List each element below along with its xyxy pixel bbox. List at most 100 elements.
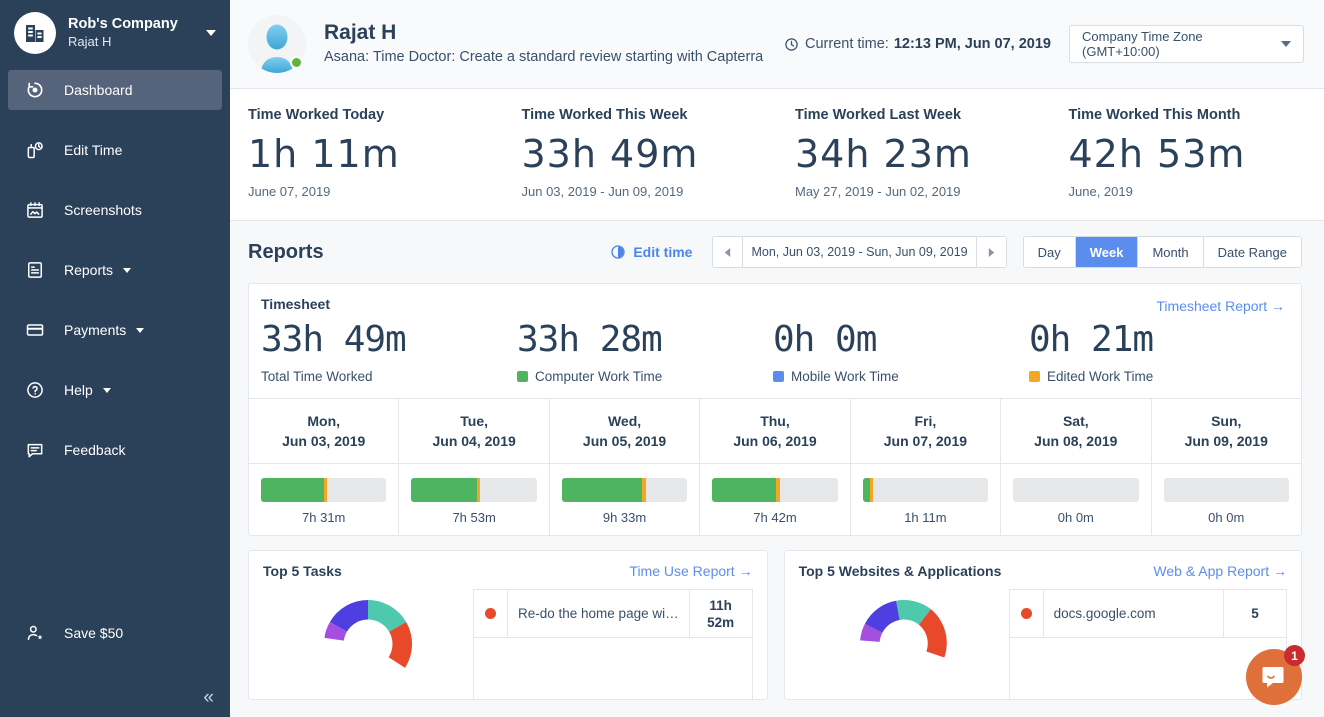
chevron-down-icon[interactable] [103, 388, 111, 393]
help-icon [22, 377, 48, 403]
dashboard-icon [22, 77, 48, 103]
metric-label-row: Edited Work Time [1029, 369, 1285, 384]
stat-card-this-month: Time Worked This Month 42h 53m June, 201… [1051, 105, 1324, 202]
sidebar-item-edit-time[interactable]: Edit Time [8, 130, 222, 170]
day-total: 0h 0m [1013, 510, 1138, 525]
web-app-report-link[interactable]: Web & App Report → [1153, 563, 1287, 579]
tab-month[interactable]: Month [1138, 237, 1203, 267]
day-of-week: Fri, [855, 411, 996, 431]
metric-label: Mobile Work Time [791, 369, 899, 384]
metric-computer-time: 33h 28m Computer Work Time [517, 318, 773, 384]
current-time-label: Current time: [805, 36, 889, 52]
sidebar-item-label: Dashboard [64, 82, 133, 98]
metric-label-row: Total Time Worked [261, 369, 517, 384]
edit-time-label: Edit time [633, 244, 692, 260]
timesheet-report-link[interactable]: Timesheet Report → [1156, 298, 1285, 314]
bar-segment-edited [776, 478, 780, 502]
top-sites-body: docs.google.com 5 [785, 589, 1301, 699]
tab-date-range[interactable]: Date Range [1204, 237, 1301, 267]
day-bar-cell[interactable]: 0h 0m [1001, 464, 1151, 535]
day-bar-cell[interactable]: 0h 0m [1152, 464, 1301, 535]
time-use-report-link[interactable]: Time Use Report → [629, 563, 752, 579]
day-of-week: Mon, [253, 411, 394, 431]
user-star-icon [22, 620, 48, 646]
time-bar [261, 478, 386, 502]
stat-value: 33h 49m [522, 131, 778, 177]
day-total: 9h 33m [562, 510, 687, 525]
chevron-down-icon[interactable] [123, 268, 131, 273]
sidebar-item-save-50[interactable]: Save $50 [8, 613, 222, 653]
current-time: Current time: 12:13 PM, Jun 07, 2019 [784, 36, 1051, 52]
bar-segment-edited [642, 478, 646, 502]
metric-value: 33h 49m [261, 318, 517, 362]
top-sites-donut-chart [799, 589, 1009, 699]
sidebar-item-label: Feedback [64, 442, 125, 458]
stat-subtitle: June, 2019 [1069, 182, 1324, 202]
view-mode-tabs: Day Week Month Date Range [1023, 236, 1302, 268]
bar-segment-computer [411, 478, 476, 502]
company-name: Rob's Company [68, 16, 200, 33]
bar-segment-computer [261, 478, 324, 502]
table-row[interactable]: Re-do the home page wi… 11h 52m [474, 590, 752, 638]
day-bar-cell[interactable]: 7h 42m [700, 464, 850, 535]
legend-swatch-mobile [773, 371, 784, 382]
tab-week[interactable]: Week [1076, 237, 1139, 267]
stat-title: Time Worked Today [248, 105, 504, 125]
day-bar-cell[interactable]: 9h 33m [550, 464, 700, 535]
top-tasks-card: Top 5 Tasks Time Use Report → [248, 550, 768, 700]
timesheet-day-headers: Mon, Jun 03, 2019 Tue, Jun 04, 2019 Wed,… [249, 398, 1301, 463]
stat-card-this-week: Time Worked This Week 33h 49m Jun 03, 20… [504, 105, 778, 202]
top-sites-card: Top 5 Websites & Applications Web & App … [784, 550, 1302, 700]
metric-label: Edited Work Time [1047, 369, 1153, 384]
prev-period-button[interactable] [713, 237, 743, 267]
chevron-down-icon[interactable] [206, 30, 216, 36]
date-range-label[interactable]: Mon, Jun 03, 2019 - Sun, Jun 09, 2019 [743, 237, 975, 267]
sidebar-item-help[interactable]: Help [8, 370, 222, 410]
metric-label: Total Time Worked [261, 369, 373, 384]
chevron-down-icon[interactable] [136, 328, 144, 333]
sidebar-collapse-button[interactable]: « [203, 688, 214, 707]
day-bar-cell[interactable]: 7h 53m [399, 464, 549, 535]
day-header: Mon, Jun 03, 2019 [249, 399, 399, 463]
top-sites-header: Top 5 Websites & Applications Web & App … [785, 551, 1301, 589]
bar-segment-computer [562, 478, 642, 502]
day-header: Tue, Jun 04, 2019 [399, 399, 549, 463]
table-row[interactable]: docs.google.com 5 [1010, 590, 1286, 638]
current-task-text: Asana: Time Doctor: Create a standard re… [324, 46, 763, 68]
sidebar-item-feedback[interactable]: Feedback [8, 430, 222, 470]
metric-label-row: Mobile Work Time [773, 369, 1029, 384]
legend-swatch-computer [517, 371, 528, 382]
next-period-button[interactable] [976, 237, 1006, 267]
timezone-select[interactable]: Company Time Zone (GMT+10:00) [1069, 25, 1304, 63]
edit-time-button[interactable]: Edit time [610, 244, 692, 260]
day-header: Fri, Jun 07, 2019 [851, 399, 1001, 463]
time-bar [1013, 478, 1138, 502]
tab-day[interactable]: Day [1024, 237, 1076, 267]
sidebar-item-dashboard[interactable]: Dashboard [8, 70, 222, 110]
task-time: 11h 52m [690, 597, 752, 631]
company-switcher[interactable]: Rob's Company Rajat H [0, 0, 230, 68]
sidebar-item-label: Edit Time [64, 142, 122, 158]
top-tasks-body: Re-do the home page wi… 11h 52m [249, 589, 767, 699]
feedback-icon [22, 437, 48, 463]
day-date: Jun 05, 2019 [554, 431, 695, 451]
day-total: 7h 31m [261, 510, 386, 525]
reports-controls: Edit time Mon, Jun 03, 2019 - Sun, Jun 0… [610, 236, 1302, 268]
top-sites-table: docs.google.com 5 [1009, 589, 1287, 699]
stat-subtitle: June 07, 2019 [248, 182, 504, 202]
day-bar-cell[interactable]: 7h 31m [249, 464, 399, 535]
reports-panels: Timesheet Timesheet Report → 33h 49m Tot… [230, 283, 1324, 717]
day-of-week: Sun, [1156, 411, 1297, 431]
intercom-launcher-button[interactable]: 1 [1246, 649, 1302, 705]
bar-segment-edited [477, 478, 481, 502]
chevron-left-icon [723, 247, 732, 258]
day-bar-cell[interactable]: 1h 11m [851, 464, 1001, 535]
sidebar-item-reports[interactable]: Reports [8, 250, 222, 290]
reports-title: Reports [248, 241, 324, 264]
sidebar-item-payments[interactable]: Payments [8, 310, 222, 350]
sidebar-item-label: Screenshots [64, 202, 142, 218]
day-date: Jun 09, 2019 [1156, 431, 1297, 451]
reports-toolbar: Reports Edit time Mon, Jun 03, 2019 - Su… [230, 221, 1324, 283]
stat-title: Time Worked This Month [1069, 105, 1324, 125]
sidebar-item-screenshots[interactable]: Screenshots [8, 190, 222, 230]
